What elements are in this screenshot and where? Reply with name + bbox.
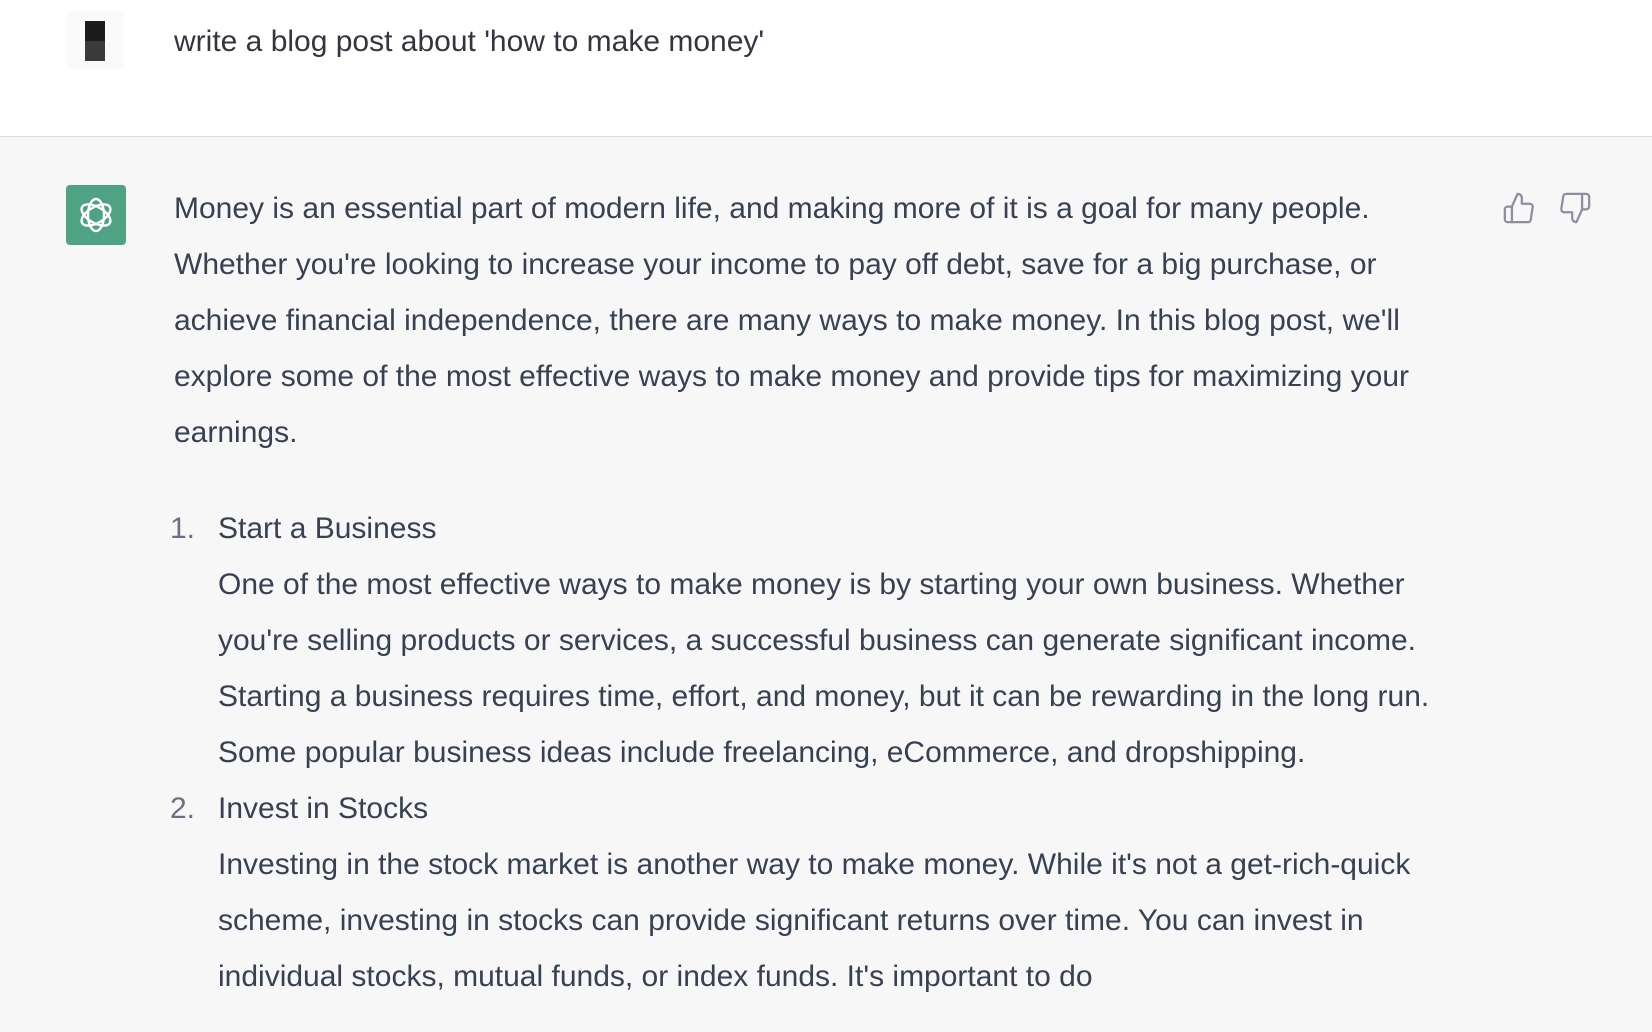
openai-logo-glyph [80,197,112,233]
assistant-message-content: Money is an essential part of modern lif… [170,181,1474,1005]
openai-logo-icon [66,185,126,245]
list-item: 2. Invest in Stocks Investing in the sto… [170,781,1474,1005]
list-item-body: Investing in the stock market is another… [218,848,1411,993]
user-avatar [66,11,124,69]
list-item-title: Start a Business [218,512,437,545]
user-message-row: write a blog post about 'how to make mon… [0,0,1652,137]
user-message-text: write a blog post about 'how to make mon… [174,25,765,58]
numbered-list: 1. Start a Business One of the most effe… [170,501,1474,1005]
thumbs-down-icon[interactable] [1558,191,1592,225]
thumbs-up-icon[interactable] [1502,191,1536,225]
intro-paragraph: Money is an essential part of modern lif… [174,192,1409,449]
avatar-pixel-shade [85,41,105,61]
assistant-message-row: Money is an essential part of modern lif… [0,137,1652,1032]
list-item-body: One of the most effective ways to make m… [218,568,1430,769]
list-item-number: 1. [170,512,196,545]
list-item-title: Invest in Stocks [218,792,429,825]
list-item-number: 2. [170,792,196,825]
list-item: 1. Start a Business One of the most effe… [170,501,1474,781]
